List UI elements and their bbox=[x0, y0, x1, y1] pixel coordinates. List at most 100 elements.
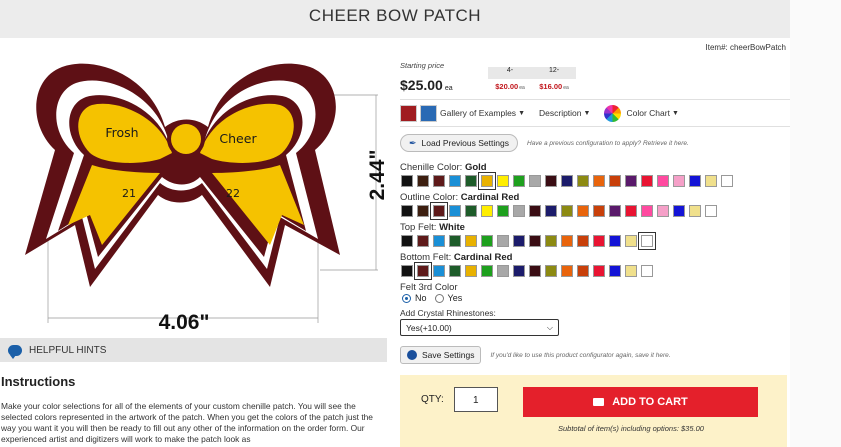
color-swatch[interactable] bbox=[513, 265, 525, 277]
color-swatch[interactable] bbox=[415, 263, 431, 279]
helpful-hints-bar[interactable]: HELPFUL HINTS bbox=[0, 338, 387, 362]
gallery-icon[interactable] bbox=[420, 104, 437, 122]
color-swatch[interactable] bbox=[431, 203, 447, 219]
color-swatch[interactable] bbox=[625, 235, 637, 247]
color-swatch[interactable] bbox=[593, 205, 605, 217]
color-swatch[interactable] bbox=[545, 175, 557, 187]
color-swatch[interactable] bbox=[641, 265, 653, 277]
color-swatch[interactable] bbox=[577, 175, 589, 187]
bottom-felt-swatches bbox=[401, 263, 653, 279]
color-swatch[interactable] bbox=[417, 235, 429, 247]
add-to-cart-button[interactable]: ADD TO CART bbox=[523, 387, 758, 417]
description-dropdown[interactable]: Description ▼ bbox=[539, 108, 590, 118]
color-swatch[interactable] bbox=[417, 205, 429, 217]
color-swatch[interactable] bbox=[673, 205, 685, 217]
save-settings-button[interactable]: Save Settings bbox=[400, 346, 482, 364]
tier-price: $16.00ea bbox=[539, 81, 569, 91]
color-swatch[interactable] bbox=[577, 205, 589, 217]
load-settings-row: ✒ Load Previous Settings Have a previous… bbox=[400, 134, 689, 152]
load-previous-settings-button[interactable]: ✒ Load Previous Settings bbox=[400, 134, 518, 152]
save-settings-hint: If you'd like to use this product config… bbox=[490, 351, 671, 359]
color-wheel-icon[interactable] bbox=[604, 104, 622, 122]
color-swatch[interactable] bbox=[593, 265, 605, 277]
color-swatch[interactable] bbox=[481, 205, 493, 217]
color-swatch[interactable] bbox=[433, 235, 445, 247]
color-swatch[interactable] bbox=[561, 205, 573, 217]
color-swatch[interactable] bbox=[529, 235, 541, 247]
cart-icon bbox=[593, 398, 605, 406]
color-swatch[interactable] bbox=[417, 175, 429, 187]
gallery-dropdown[interactable]: Gallery of Examples ▼ bbox=[440, 108, 525, 118]
color-swatch[interactable] bbox=[545, 205, 557, 217]
color-swatch[interactable] bbox=[625, 175, 637, 187]
qty-input[interactable]: 1 bbox=[454, 387, 498, 412]
rhinestones-label: Add Crystal Rhinestones: bbox=[400, 308, 496, 318]
color-swatch[interactable] bbox=[513, 205, 525, 217]
color-swatch[interactable] bbox=[689, 205, 701, 217]
bow-number-right: 22 bbox=[226, 187, 240, 200]
color-swatch[interactable] bbox=[497, 265, 509, 277]
color-swatch[interactable] bbox=[609, 175, 621, 187]
color-chart-dropdown[interactable]: Color Chart ▼ bbox=[626, 108, 678, 118]
tier-qty: 12- bbox=[548, 67, 560, 74]
color-swatch[interactable] bbox=[401, 265, 413, 277]
color-swatch[interactable] bbox=[641, 205, 653, 217]
color-swatch[interactable] bbox=[625, 205, 637, 217]
color-swatch[interactable] bbox=[593, 175, 605, 187]
color-swatch[interactable] bbox=[689, 175, 701, 187]
color-swatch[interactable] bbox=[639, 233, 655, 249]
color-swatch[interactable] bbox=[433, 265, 445, 277]
color-swatch[interactable] bbox=[433, 175, 445, 187]
color-swatch[interactable] bbox=[657, 205, 669, 217]
color-swatch[interactable] bbox=[479, 173, 495, 189]
chenille-color-label: Chenille Color: Gold bbox=[400, 162, 487, 173]
color-swatch[interactable] bbox=[577, 235, 589, 247]
color-swatch[interactable] bbox=[657, 175, 669, 187]
color-swatch[interactable] bbox=[529, 175, 541, 187]
color-swatch[interactable] bbox=[481, 235, 493, 247]
rhinestones-select[interactable]: Yes(+10.00) ⌵ bbox=[400, 319, 559, 336]
color-swatch[interactable] bbox=[609, 205, 621, 217]
bow-thumbnail-icon[interactable] bbox=[400, 104, 417, 122]
color-swatch[interactable] bbox=[545, 235, 557, 247]
color-swatch[interactable] bbox=[497, 205, 509, 217]
color-swatch[interactable] bbox=[449, 265, 461, 277]
color-swatch[interactable] bbox=[641, 175, 653, 187]
color-swatch[interactable] bbox=[561, 265, 573, 277]
color-swatch[interactable] bbox=[577, 265, 589, 277]
color-swatch[interactable] bbox=[465, 235, 477, 247]
color-swatch[interactable] bbox=[529, 205, 541, 217]
color-swatch[interactable] bbox=[497, 235, 509, 247]
color-swatch[interactable] bbox=[529, 265, 541, 277]
color-swatch[interactable] bbox=[561, 235, 573, 247]
color-swatch[interactable] bbox=[449, 205, 461, 217]
color-swatch[interactable] bbox=[721, 175, 733, 187]
bow-text-left: Frosh bbox=[105, 125, 138, 140]
color-swatch[interactable] bbox=[513, 175, 525, 187]
color-swatch[interactable] bbox=[705, 175, 717, 187]
color-swatch[interactable] bbox=[673, 175, 685, 187]
color-swatch[interactable] bbox=[625, 265, 637, 277]
color-swatch[interactable] bbox=[545, 265, 557, 277]
color-swatch[interactable] bbox=[497, 175, 509, 187]
color-swatch[interactable] bbox=[449, 175, 461, 187]
color-swatch[interactable] bbox=[513, 235, 525, 247]
chevron-down-icon: ▼ bbox=[518, 109, 525, 117]
color-swatch[interactable] bbox=[465, 175, 477, 187]
outline-color-label: Outline Color: Cardinal Red bbox=[400, 192, 520, 203]
color-swatch[interactable] bbox=[609, 235, 621, 247]
width-dimension-label: 4.06" bbox=[159, 311, 210, 334]
color-swatch[interactable] bbox=[401, 205, 413, 217]
color-swatch[interactable] bbox=[449, 235, 461, 247]
color-swatch[interactable] bbox=[401, 235, 413, 247]
felt3-no-radio[interactable] bbox=[402, 293, 411, 303]
color-swatch[interactable] bbox=[481, 265, 493, 277]
color-swatch[interactable] bbox=[609, 265, 621, 277]
color-swatch[interactable] bbox=[593, 235, 605, 247]
color-swatch[interactable] bbox=[465, 205, 477, 217]
color-swatch[interactable] bbox=[561, 175, 573, 187]
color-swatch[interactable] bbox=[465, 265, 477, 277]
felt3-yes-radio[interactable] bbox=[434, 293, 444, 303]
color-swatch[interactable] bbox=[705, 205, 717, 217]
color-swatch[interactable] bbox=[401, 175, 413, 187]
